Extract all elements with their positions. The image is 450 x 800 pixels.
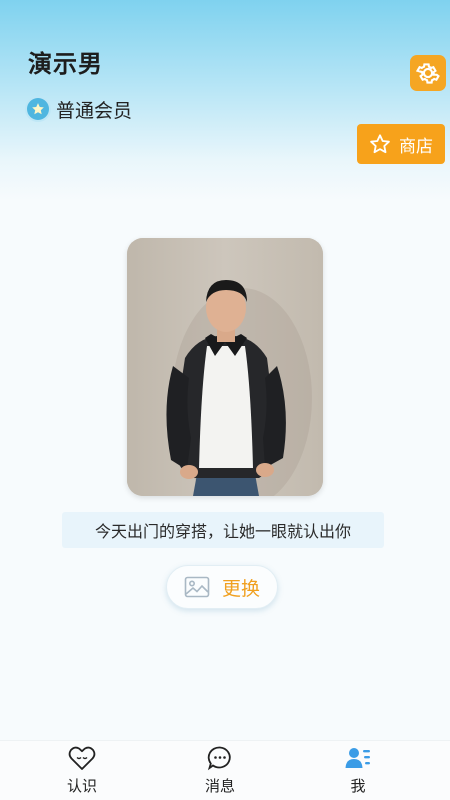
shop-label: 商店	[399, 136, 433, 157]
tab-messages[interactable]: 消息	[185, 743, 255, 799]
tab-messages-label: 消息	[204, 777, 235, 795]
change-photo-button[interactable]: 更换	[166, 565, 278, 609]
tab-meet[interactable]: 认识	[47, 743, 117, 799]
gear-icon	[415, 63, 440, 84]
star-badge-icon	[27, 98, 49, 120]
image-icon	[184, 576, 210, 598]
settings-button[interactable]	[410, 55, 446, 91]
outfit-caption: 今天出门的穿搭，让她一眼就认出你	[62, 512, 384, 548]
chat-icon	[207, 743, 233, 773]
heart-icon	[68, 743, 96, 773]
tab-meet-label: 认识	[66, 777, 97, 795]
tab-me-label: 我	[350, 777, 366, 795]
change-photo-label: 更换	[221, 577, 260, 600]
tab-me[interactable]: 我	[323, 743, 393, 799]
user-icon	[345, 743, 371, 773]
shop-button[interactable]: 商店	[357, 124, 445, 164]
star-icon	[370, 134, 390, 154]
outfit-photo	[127, 238, 323, 496]
membership-label: 普通会员	[56, 99, 133, 122]
user-name: 演示男	[28, 50, 103, 78]
membership-badge[interactable]: 普通会员	[27, 96, 132, 122]
bottom-tab-bar: 认识 消息 我	[0, 740, 450, 800]
